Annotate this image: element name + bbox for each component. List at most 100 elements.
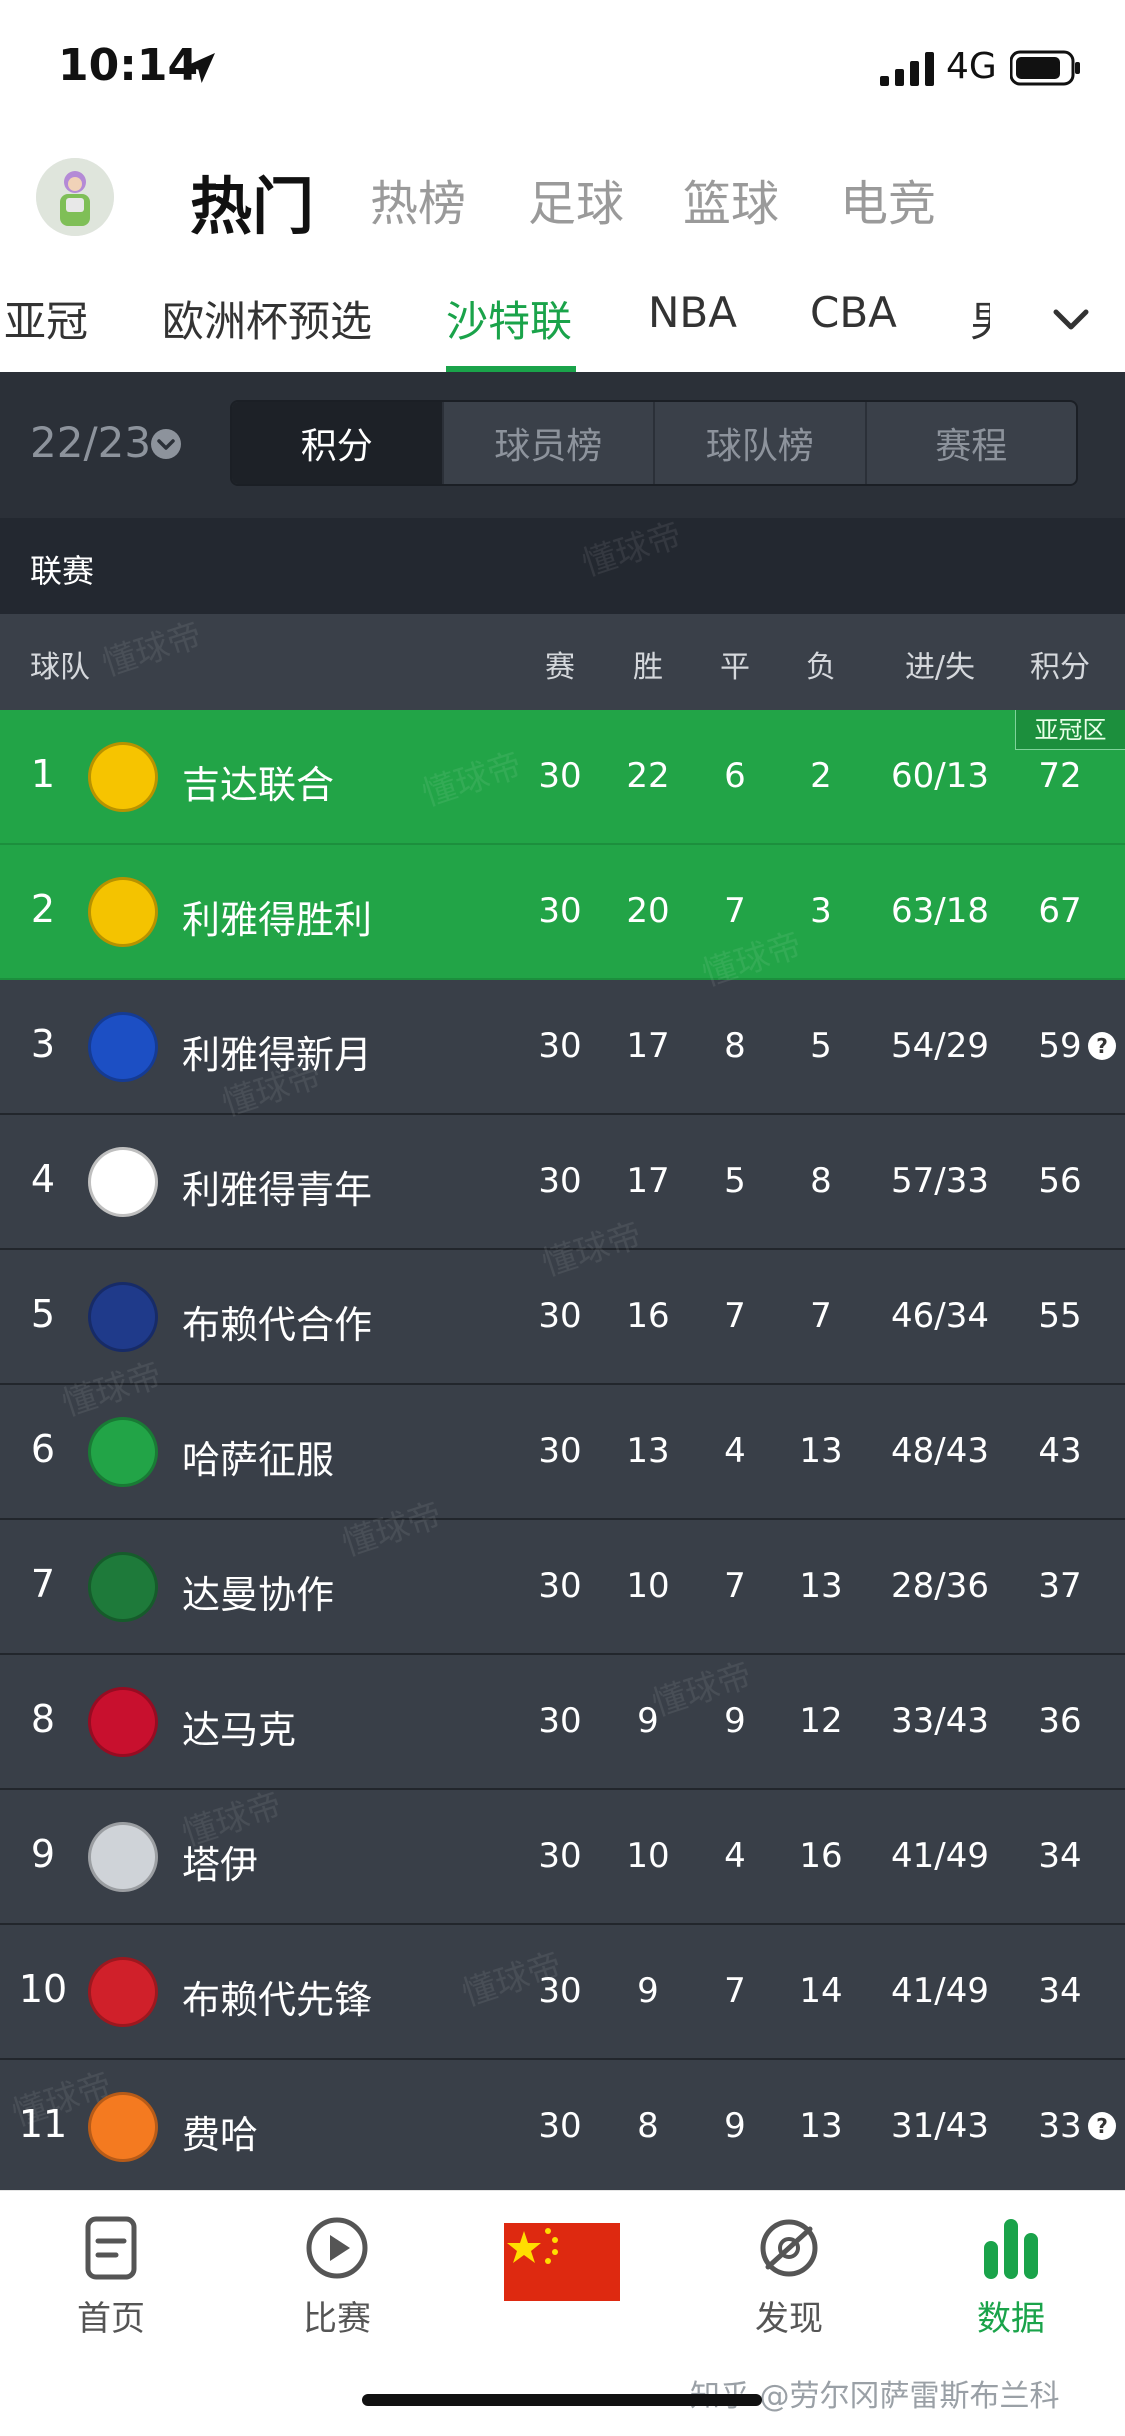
china-flag-icon[interactable] (504, 2223, 620, 2301)
team-name[interactable]: 布赖代先锋 (182, 1969, 372, 2024)
team-name[interactable]: 塔伊 (182, 1834, 258, 1889)
stat-lost: 13 (799, 1431, 843, 1471)
table-row[interactable]: 7 达曼协作 30 10 7 13 28/36 37 (0, 1520, 1125, 1655)
table-row[interactable]: 8 达马克 30 9 9 12 33/43 36 (0, 1655, 1125, 1790)
stat-played: 30 (538, 756, 582, 796)
sub-tab-saudi-league[interactable]: 沙特联 (446, 288, 572, 349)
stat-played: 30 (538, 1701, 582, 1741)
season-chevron-icon[interactable] (150, 428, 182, 460)
team-logo-icon (88, 1417, 158, 1487)
team-logo-icon (88, 2092, 158, 2162)
table-row[interactable]: 5 布赖代合作 30 16 7 7 46/34 55 (0, 1250, 1125, 1385)
tab-discover[interactable]: 发现 (704, 2213, 874, 2340)
tab-data-label: 数据 (977, 2299, 1045, 2339)
segment-team-rankings[interactable]: 球队榜 (655, 402, 867, 484)
document-icon (85, 2216, 137, 2280)
segment-standings[interactable]: 积分 (232, 402, 444, 484)
stat-points: 56 (1038, 1161, 1082, 1201)
tab-home[interactable]: 首页 (26, 2213, 196, 2340)
tab-data[interactable]: 数据 (926, 2213, 1096, 2340)
location-arrow-icon (185, 53, 215, 83)
stat-won: 16 (626, 1296, 670, 1336)
sub-tab-afc[interactable]: 亚冠 (4, 288, 88, 349)
team-rank: 4 (30, 1157, 56, 1201)
stat-drawn: 5 (724, 1161, 746, 1201)
stat-drawn: 7 (724, 1296, 746, 1336)
segment-player-rankings[interactable]: 球员榜 (444, 402, 655, 484)
avatar[interactable] (36, 158, 114, 236)
sub-tabs: 亚冠 欧洲杯预选 沙特联 NBA CBA 男篮 (0, 270, 1125, 372)
zone-tag: 亚冠区 (1015, 710, 1125, 750)
stat-won: 10 (626, 1836, 670, 1876)
stat-lost: 12 (799, 1701, 843, 1741)
stat-points: 34 (1038, 1971, 1082, 2011)
header-team: 球队 (30, 650, 90, 685)
sub-tab-cba[interactable]: CBA (810, 288, 897, 337)
chevron-down-icon[interactable] (1048, 300, 1094, 340)
stat-lost: 14 (799, 1971, 843, 2011)
table-row[interactable]: 6 哈萨征服 30 13 4 13 48/43 43 (0, 1385, 1125, 1520)
standings-panel: 22/23 积分 球员榜 球队榜 赛程 联赛 球队 赛 胜 平 负 进/失 积分… (0, 372, 1125, 2190)
header-lost: 负 (806, 650, 836, 685)
table-header: 球队 赛 胜 平 负 进/失 积分 (0, 614, 1125, 710)
team-name[interactable]: 利雅得青年 (182, 1159, 372, 1214)
help-icon[interactable]: ? (1088, 2112, 1116, 2140)
team-name[interactable]: 费哈 (182, 2104, 258, 2159)
stat-played: 30 (538, 1431, 582, 1471)
team-name[interactable]: 吉达联合 (182, 754, 334, 809)
table-row[interactable]: 4 利雅得青年 30 17 5 8 57/33 56 (0, 1115, 1125, 1250)
stat-drawn: 4 (724, 1836, 746, 1876)
team-name[interactable]: 利雅得新月 (182, 1024, 372, 1079)
tab-discover-label: 发现 (755, 2299, 823, 2339)
stat-lost: 8 (810, 1161, 832, 1201)
nav-tab-hot[interactable]: 热门 (190, 156, 314, 246)
stat-played: 30 (538, 2106, 582, 2146)
table-row[interactable]: 3 利雅得新月 30 17 8 5 54/29 59? (0, 980, 1125, 1115)
nav-tab-basketball[interactable]: 篮球 (683, 164, 779, 234)
team-rank: 6 (30, 1427, 56, 1471)
team-name[interactable]: 达马克 (182, 1699, 296, 1754)
help-icon[interactable]: ? (1088, 1032, 1116, 1060)
standings-segmented-control: 积分 球员榜 球队榜 赛程 (230, 400, 1078, 486)
stat-played: 30 (538, 1296, 582, 1336)
stat-drawn: 6 (724, 756, 746, 796)
compass-icon (760, 2219, 818, 2277)
nav-tab-trending[interactable]: 热榜 (370, 164, 466, 234)
stat-points: 72 (1038, 756, 1082, 796)
table-row[interactable]: 10 布赖代先锋 30 9 7 14 41/49 34 (0, 1925, 1125, 2060)
table-row[interactable]: 11 费哈 30 8 9 13 31/43 33? (0, 2060, 1125, 2190)
team-logo-icon (88, 1552, 158, 1622)
nav-tab-esports[interactable]: 电竞 (840, 164, 936, 234)
stat-goals: 41/49 (891, 1971, 989, 2011)
header-goals: 进/失 (904, 650, 976, 685)
table-row[interactable]: 9 塔伊 30 10 4 16 41/49 34 (0, 1790, 1125, 1925)
season-selector[interactable]: 22/23 (30, 418, 151, 467)
table-row[interactable]: 2 利雅得胜利 30 20 7 3 63/18 67 (0, 845, 1125, 980)
signal-icon (880, 52, 934, 86)
stat-drawn: 8 (724, 1026, 746, 1066)
team-name[interactable]: 利雅得胜利 (182, 889, 372, 944)
stat-played: 30 (538, 1566, 582, 1606)
team-name[interactable]: 哈萨征服 (182, 1429, 334, 1484)
header-points: 积分 (1030, 650, 1090, 685)
flag-stars-icon (507, 2228, 558, 2264)
top-nav: 热门 热榜 足球 篮球 电竞 (0, 140, 1125, 270)
header-won: 胜 (633, 650, 663, 685)
stat-drawn: 7 (724, 891, 746, 931)
tab-matches[interactable]: 比赛 (252, 2213, 422, 2340)
table-row[interactable]: 1 吉达联合 30 22 6 2 60/13 72 亚冠区 (0, 710, 1125, 845)
segment-schedule[interactable]: 赛程 (867, 402, 1077, 484)
team-name[interactable]: 布赖代合作 (182, 1294, 372, 1349)
team-logo-icon (88, 877, 158, 947)
status-bar: 10:14 4G (0, 0, 1125, 140)
stat-goals: 54/29 (891, 1026, 989, 1066)
sub-tab-nba[interactable]: NBA (648, 288, 737, 337)
team-rank: 8 (30, 1697, 56, 1741)
nav-tab-football[interactable]: 足球 (528, 164, 624, 234)
stat-won: 9 (637, 1701, 659, 1741)
stat-lost: 13 (799, 2106, 843, 2146)
stat-played: 30 (538, 1026, 582, 1066)
team-name[interactable]: 达曼协作 (182, 1564, 334, 1619)
league-label: 联赛 (30, 552, 95, 590)
sub-tab-euro-qualifiers[interactable]: 欧洲杯预选 (162, 288, 372, 349)
